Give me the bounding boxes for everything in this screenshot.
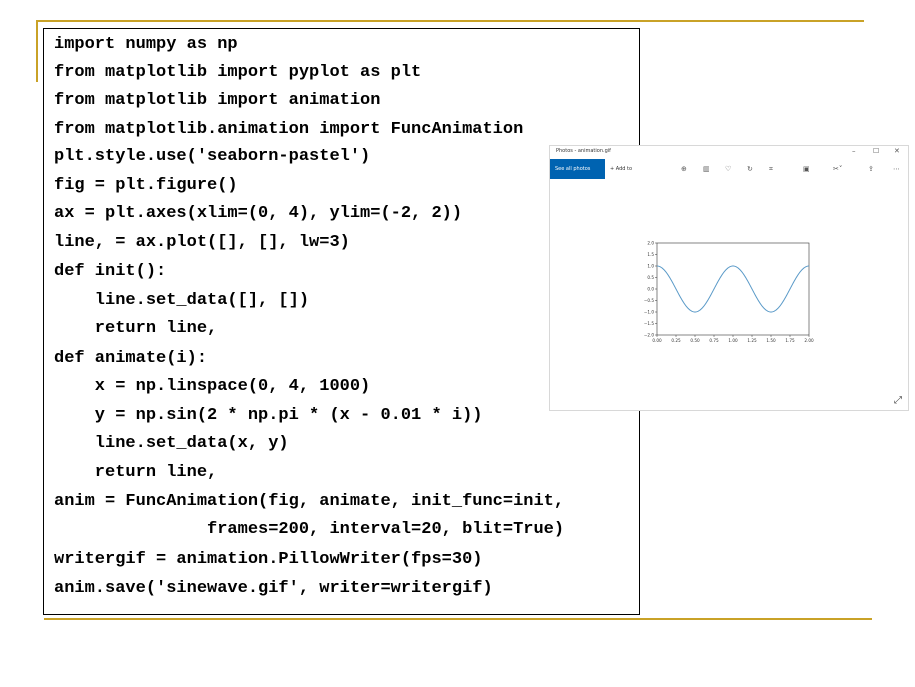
see-all-photos-label: See all photos <box>555 166 591 172</box>
minimize-icon[interactable]: – <box>852 147 856 156</box>
maximize-icon[interactable]: ☐ <box>873 147 879 156</box>
code-line: from matplotlib import pyplot as plt <box>54 63 422 82</box>
x-tick-label: 2.00 <box>804 338 814 343</box>
code-line: x = np.linspace(0, 4, 1000) <box>54 377 371 396</box>
code-line: plt.style.use('seaborn-pastel') <box>54 147 371 166</box>
sine-wave-chart: 2.0 1.5 1.0 0.5 0.0 −0.5 −1.0 −1.5 −2.0 0.00 0.25… <box>644 241 814 344</box>
y-tick-label: −2.0 <box>644 333 655 338</box>
code-line: return line, <box>54 319 218 338</box>
code-line: from matplotlib.animation import FuncAni… <box>54 120 524 139</box>
code-line: line, = ax.plot([], [], lw=3) <box>54 233 350 252</box>
code-line: line.set_data([], []) <box>54 291 310 310</box>
photos-app-window[interactable]: Photos - animation.gif – ☐ ✕ See all pho… <box>549 145 909 411</box>
x-tick-label: 0.25 <box>671 338 681 343</box>
y-tick-label: 1.5 <box>647 252 654 257</box>
zoom-icon[interactable]: ⊕ <box>681 164 687 174</box>
code-line: def init(): <box>54 262 167 281</box>
y-tick-label: 2.0 <box>647 241 654 246</box>
y-tick-label: −0.5 <box>644 298 655 303</box>
code-line: anim = FuncAnimation(fig, animate, init_… <box>54 492 565 511</box>
slideshow-icon[interactable]: ▣ <box>803 164 810 174</box>
expand-icon[interactable]: ⤢ <box>894 395 902 406</box>
code-line: frames=200, interval=20, blit=True) <box>54 520 565 539</box>
more-icon[interactable]: ⋯ <box>893 164 900 174</box>
title-bar[interactable]: Photos - animation.gif – ☐ ✕ <box>550 146 908 158</box>
code-line: anim.save('sinewave.gif', writer=writerg… <box>54 579 493 598</box>
code-line: writergif = animation.PillowWriter(fps=3… <box>54 550 483 569</box>
add-to-button[interactable]: + Add to <box>610 159 632 179</box>
x-tick-label: 1.50 <box>766 338 776 343</box>
code-line: return line, <box>54 463 218 482</box>
y-tick-label: 0.0 <box>647 287 654 292</box>
see-all-photos-button[interactable]: See all photos <box>550 159 605 179</box>
x-tick-label: 1.75 <box>785 338 795 343</box>
delete-icon[interactable]: ▥ <box>703 164 710 174</box>
code-line: from matplotlib import animation <box>54 91 381 110</box>
x-tick-label: 1.00 <box>728 338 738 343</box>
bottom-rule <box>44 618 872 620</box>
y-tick-label: −1.5 <box>644 321 655 326</box>
code-line: line.set_data(x, y) <box>54 434 289 453</box>
code-line: import numpy as np <box>54 35 238 54</box>
plot-area <box>656 242 810 336</box>
code-line: fig = plt.figure() <box>54 176 238 195</box>
crop-icon[interactable]: ⌗ <box>769 164 773 174</box>
y-tick-label: −1.0 <box>644 310 655 315</box>
rotate-icon[interactable]: ↻ <box>747 164 753 174</box>
code-line: y = np.sin(2 * np.pi * (x - 0.01 * i)) <box>54 406 483 425</box>
share-icon[interactable]: ⇪ <box>868 164 874 174</box>
top-rule <box>36 20 864 22</box>
x-tick-label: 1.25 <box>747 338 757 343</box>
edit-icon[interactable]: ✂˅ <box>833 164 842 174</box>
x-tick-label: 0.00 <box>652 338 662 343</box>
heart-icon[interactable]: ♡ <box>725 164 731 174</box>
y-tick-label: 1.0 <box>647 264 654 269</box>
photos-toolbar: See all photos + Add to ⊕ ▥ ♡ ↻ ⌗ ▣ ✂˅ ⇪… <box>550 159 908 179</box>
code-line: def animate(i): <box>54 349 208 368</box>
y-tick-label: 0.5 <box>647 275 654 280</box>
x-tick-label: 0.50 <box>690 338 700 343</box>
x-tick-label: 0.75 <box>709 338 719 343</box>
close-icon[interactable]: ✕ <box>894 147 900 156</box>
window-title: Photos - animation.gif <box>556 148 611 154</box>
left-rule <box>36 20 38 82</box>
code-line: ax = plt.axes(xlim=(0, 4), ylim=(-2, 2)) <box>54 204 463 223</box>
